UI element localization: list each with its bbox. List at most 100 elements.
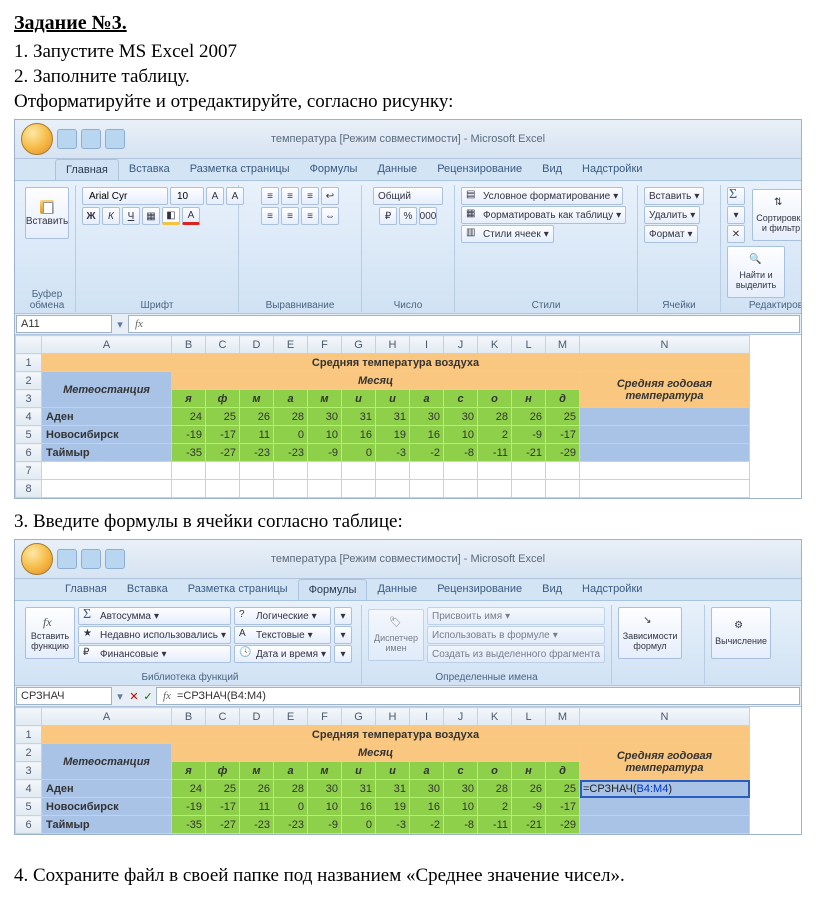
data-cell-2-7[interactable]: -2 — [410, 816, 444, 834]
currency-button[interactable]: ₽ — [379, 207, 397, 225]
data-cell-2-8[interactable]: -8 — [444, 816, 478, 834]
station-name-1[interactable]: Новосибирск — [42, 426, 172, 444]
formula-cell-n4[interactable]: =СРЗНАЧ(B4:M4) — [580, 780, 750, 798]
month-col-4[interactable]: м — [308, 390, 342, 408]
month-col-9[interactable]: о — [478, 390, 512, 408]
station-header-cell[interactable]: Метеостанция — [42, 372, 172, 408]
col-header-K[interactable]: K — [478, 708, 512, 726]
data-cell-1-8[interactable]: 10 — [444, 426, 478, 444]
data-cell-2-10[interactable]: -21 — [512, 816, 546, 834]
tab-layout[interactable]: Разметка страницы — [180, 159, 300, 180]
data-cell-0-3[interactable]: 28 — [274, 780, 308, 798]
italic-button[interactable]: К — [102, 207, 120, 225]
data-cell-0-6[interactable]: 31 — [376, 408, 410, 426]
corner-cell[interactable] — [16, 708, 42, 726]
col-header-A[interactable]: A — [42, 708, 172, 726]
blank-cell-8-10[interactable] — [478, 480, 512, 498]
station-name-2[interactable]: Таймыр — [42, 816, 172, 834]
blank-cell-8-7[interactable] — [376, 480, 410, 498]
row-header-1[interactable]: 1 — [16, 726, 42, 744]
avg-cell-0[interactable] — [580, 408, 750, 426]
data-cell-2-11[interactable]: -29 — [546, 444, 580, 462]
data-cell-1-3[interactable]: 0 — [274, 798, 308, 816]
enter-icon[interactable]: ✓ — [141, 686, 155, 706]
data-cell-0-10[interactable]: 26 — [512, 780, 546, 798]
row-header-2[interactable]: 2 — [16, 372, 42, 390]
col-header-C[interactable]: C — [206, 708, 240, 726]
calculation-button[interactable]: ⚙ Вычисление — [711, 607, 771, 659]
data-cell-1-5[interactable]: 16 — [342, 426, 376, 444]
blank-cell-7-0[interactable] — [42, 462, 172, 480]
bold-button[interactable]: Ж — [82, 207, 100, 225]
data-cell-1-8[interactable]: 10 — [444, 798, 478, 816]
col-header-I[interactable]: I — [410, 336, 444, 354]
col-header-M[interactable]: M — [546, 708, 580, 726]
blank-cell-7-1[interactable] — [172, 462, 206, 480]
month-header-cell[interactable]: Месяц — [172, 372, 580, 390]
data-cell-2-3[interactable]: -23 — [274, 444, 308, 462]
data-cell-2-8[interactable]: -8 — [444, 444, 478, 462]
col-header-G[interactable]: G — [342, 708, 376, 726]
data-cell-2-3[interactable]: -23 — [274, 816, 308, 834]
data-cell-2-4[interactable]: -9 — [308, 444, 342, 462]
data-cell-0-1[interactable]: 25 — [206, 780, 240, 798]
station-name-1[interactable]: Новосибирск — [42, 798, 172, 816]
number-format-combo[interactable]: Общий — [373, 187, 443, 205]
align-top[interactable]: ≡ — [261, 187, 279, 205]
tab-view[interactable]: Вид — [532, 159, 572, 180]
data-cell-2-11[interactable]: -29 — [546, 816, 580, 834]
data-cell-2-1[interactable]: -27 — [206, 816, 240, 834]
qat-save-2[interactable] — [57, 549, 77, 569]
tab-insert[interactable]: Вставка — [119, 159, 180, 180]
font-size-combo[interactable] — [170, 187, 204, 205]
data-cell-1-2[interactable]: 11 — [240, 798, 274, 816]
station-name-0[interactable]: Аден — [42, 780, 172, 798]
month-col-7[interactable]: а — [410, 390, 444, 408]
comma-button[interactable]: 000 — [419, 207, 437, 225]
row-header-4[interactable]: 4 — [16, 780, 42, 798]
month-col-5[interactable]: и — [342, 762, 376, 780]
qat-redo[interactable] — [105, 129, 125, 149]
col-header-H[interactable]: H — [376, 708, 410, 726]
col-header-N[interactable]: N — [580, 336, 750, 354]
data-cell-2-9[interactable]: -11 — [478, 444, 512, 462]
formula-input-2[interactable]: fx =СРЗНАЧ(B4:M4) — [156, 687, 800, 705]
formula-input[interactable]: fx — [128, 315, 800, 333]
create-from-sel-button[interactable]: Создать из выделенного фрагмента — [427, 645, 605, 663]
blank-cell-7-9[interactable] — [444, 462, 478, 480]
month-col-4[interactable]: м — [308, 762, 342, 780]
format-cells-button[interactable]: Формат ▾ — [644, 225, 698, 243]
fill-color-button[interactable]: ◧ — [162, 207, 180, 225]
financial-menu[interactable]: ₽Финансовые ▾ — [78, 645, 231, 663]
row-header-3[interactable]: 3 — [16, 762, 42, 780]
row-header-3[interactable]: 3 — [16, 390, 42, 408]
col-header-F[interactable]: F — [308, 708, 342, 726]
corner-cell[interactable] — [16, 336, 42, 354]
data-cell-0-0[interactable]: 24 — [172, 780, 206, 798]
name-box-dropdown-2[interactable]: ▾ — [113, 686, 127, 706]
col-header-J[interactable]: J — [444, 336, 478, 354]
data-cell-2-1[interactable]: -27 — [206, 444, 240, 462]
insert-cells-button[interactable]: Вставить ▾ — [644, 187, 704, 205]
data-cell-0-5[interactable]: 31 — [342, 408, 376, 426]
data-cell-1-4[interactable]: 10 — [308, 798, 342, 816]
data-cell-0-8[interactable]: 30 — [444, 780, 478, 798]
data-cell-2-4[interactable]: -9 — [308, 816, 342, 834]
month-header-cell[interactable]: Месяц — [172, 744, 580, 762]
cell-styles-button[interactable]: ▥Стили ячеек ▾ — [461, 225, 554, 243]
col-header-D[interactable]: D — [240, 708, 274, 726]
col-header-A[interactable]: A — [42, 336, 172, 354]
tab-addins-2[interactable]: Надстройки — [572, 579, 652, 600]
row-header-8[interactable]: 8 — [16, 480, 42, 498]
col-header-K[interactable]: K — [478, 336, 512, 354]
data-cell-1-0[interactable]: -19 — [172, 798, 206, 816]
data-cell-1-10[interactable]: -9 — [512, 426, 546, 444]
tab-review[interactable]: Рецензирование — [427, 159, 532, 180]
avg-cell-1[interactable] — [580, 426, 750, 444]
data-cell-0-4[interactable]: 30 — [308, 780, 342, 798]
blank-cell-8-11[interactable] — [512, 480, 546, 498]
month-col-8[interactable]: с — [444, 390, 478, 408]
format-table-button[interactable]: ▦Форматировать как таблицу ▾ — [461, 206, 626, 224]
data-cell-0-7[interactable]: 30 — [410, 780, 444, 798]
worksheet-1[interactable]: ABCDEFGHIJKLMN1 Средняя температура возд… — [15, 335, 801, 498]
